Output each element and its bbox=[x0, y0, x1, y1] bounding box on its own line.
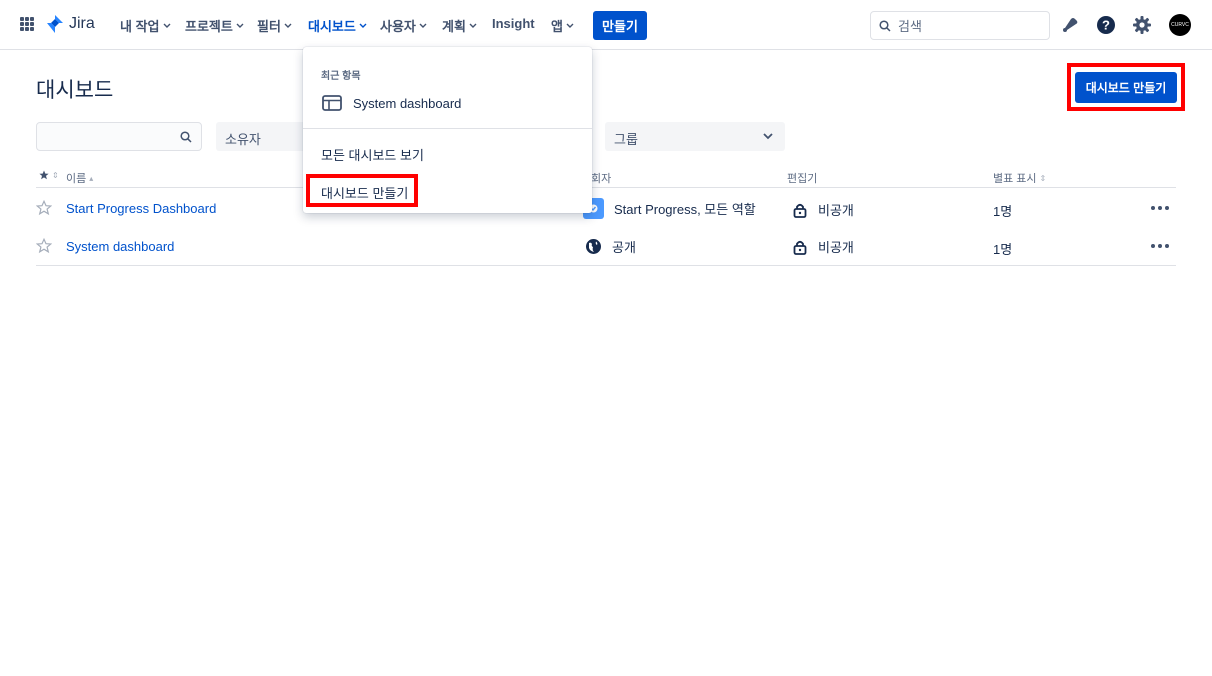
nav-my-work[interactable]: 내 작업 bbox=[120, 16, 171, 35]
dashboard-search-input[interactable] bbox=[36, 122, 202, 151]
svg-text:?: ? bbox=[1102, 18, 1110, 33]
owner-filter-label: 소유자 bbox=[225, 132, 261, 147]
group-filter-label: 그룹 bbox=[614, 132, 638, 147]
chevron-down-icon bbox=[163, 23, 170, 28]
editors-cell: 비공개 bbox=[792, 200, 854, 219]
nav-label: 내 작업 bbox=[120, 19, 160, 34]
starred-count-cell: 1명 bbox=[993, 204, 1013, 219]
shared-cell: Start Progress, 모든 역할 bbox=[583, 198, 756, 219]
owner-filter[interactable]: 소유자 bbox=[216, 122, 306, 151]
starred-column-header[interactable]: ⇕ bbox=[39, 170, 59, 180]
editors-text: 비공개 bbox=[818, 203, 854, 218]
lock-icon bbox=[793, 240, 807, 255]
starred-count-column-header[interactable]: 별표 표시 ⇕ bbox=[993, 170, 1046, 186]
nav-label: Insight bbox=[492, 16, 535, 31]
star-outline-icon[interactable] bbox=[36, 238, 52, 254]
recent-item-label: System dashboard bbox=[353, 95, 462, 111]
nav-apps[interactable]: 앱 bbox=[551, 16, 574, 35]
sort-ascending-icon: ▴ bbox=[89, 173, 94, 183]
create-dashboard-highlight: 대시보드 만들기 bbox=[1067, 63, 1185, 111]
create-button[interactable]: 만들기 bbox=[593, 11, 647, 40]
shared-cell: 공개 bbox=[585, 237, 636, 256]
top-navigation: Jira 내 작업 프로젝트 필터 대시보드 사용자 계획 Insight 앱 … bbox=[0, 0, 1212, 50]
table-header-divider bbox=[36, 187, 1176, 188]
search-placeholder: 검색 bbox=[898, 19, 922, 34]
header-label: 별표 표시 bbox=[993, 173, 1037, 185]
chevron-down-icon bbox=[419, 23, 427, 28]
table-bottom-divider bbox=[36, 265, 1176, 266]
editors-column-header: 편집기 bbox=[787, 170, 817, 186]
create-dashboard-menu-item[interactable]: 대시보드 만들기 bbox=[306, 174, 418, 207]
lock-icon bbox=[793, 203, 807, 218]
settings-gear-icon[interactable] bbox=[1131, 14, 1153, 36]
notifications-icon[interactable] bbox=[1059, 14, 1081, 36]
globe-icon bbox=[586, 239, 601, 254]
header-label: 이름 bbox=[66, 173, 87, 185]
nav-label: 사용자 bbox=[380, 19, 416, 34]
star-filled-icon bbox=[39, 170, 49, 180]
recent-heading: 최근 항목 bbox=[321, 71, 361, 82]
chevron-down-icon bbox=[359, 23, 367, 28]
nav-people[interactable]: 사용자 bbox=[380, 16, 427, 35]
editors-text: 비공개 bbox=[818, 240, 854, 255]
chevron-down-icon bbox=[236, 23, 244, 28]
nav-label: 프로젝트 bbox=[185, 19, 233, 34]
chevron-down-icon bbox=[469, 23, 477, 28]
more-actions-icon[interactable] bbox=[1151, 244, 1171, 248]
star-outline-icon[interactable] bbox=[36, 200, 52, 216]
chevron-down-icon bbox=[566, 23, 574, 28]
nav-label: 필터 bbox=[257, 19, 281, 34]
avatar-text: CURVC bbox=[1171, 22, 1189, 28]
help-icon[interactable]: ? bbox=[1095, 14, 1117, 36]
jira-logo[interactable]: Jira bbox=[46, 14, 95, 34]
search-input[interactable]: 검색 bbox=[870, 11, 1050, 40]
app-switcher-icon[interactable] bbox=[20, 17, 34, 31]
group-filter[interactable]: 그룹 bbox=[605, 122, 785, 151]
chevron-down-icon bbox=[284, 23, 292, 28]
search-icon bbox=[879, 19, 891, 32]
chevron-down-icon bbox=[763, 133, 773, 140]
dashboard-icon bbox=[322, 95, 342, 111]
nav-plans[interactable]: 계획 bbox=[442, 16, 477, 35]
create-dashboard-menu-label: 대시보드 만들기 bbox=[321, 186, 409, 201]
header-label: 회자 bbox=[591, 173, 612, 185]
shared-text: 공개 bbox=[612, 240, 636, 255]
nav-label: 계획 bbox=[442, 19, 466, 34]
nav-label: 대시보드 bbox=[308, 19, 356, 34]
nav-label: 앱 bbox=[551, 19, 563, 34]
search-icon bbox=[180, 131, 192, 143]
sort-icon: ⇕ bbox=[52, 170, 59, 180]
jira-logo-icon bbox=[47, 15, 63, 33]
user-avatar[interactable]: CURVC bbox=[1169, 14, 1191, 36]
dashboard-link[interactable]: System dashboard bbox=[66, 239, 174, 254]
create-dashboard-button[interactable]: 대시보드 만들기 bbox=[1075, 72, 1177, 103]
logo-text: Jira bbox=[69, 15, 95, 32]
recent-dashboard-item[interactable]: System dashboard bbox=[322, 95, 461, 111]
starred-count-cell: 1명 bbox=[993, 242, 1013, 257]
nav-projects[interactable]: 프로젝트 bbox=[185, 16, 244, 35]
nav-dashboards[interactable]: 대시보드 bbox=[308, 16, 367, 35]
dashboards-dropdown-menu: 최근 항목 System dashboard 모든 대시보드 보기 대시보드 만… bbox=[303, 47, 592, 213]
view-all-dashboards-item[interactable]: 모든 대시보드 보기 bbox=[321, 145, 424, 164]
name-column-header[interactable]: 이름 ▴ bbox=[66, 170, 93, 186]
shared-text: Start Progress, 모든 역할 bbox=[614, 202, 756, 217]
header-label: 편집기 bbox=[787, 173, 818, 185]
sort-icon: ⇕ bbox=[1039, 173, 1047, 183]
more-actions-icon[interactable] bbox=[1151, 206, 1171, 210]
editors-cell: 비공개 bbox=[792, 237, 854, 256]
nav-insight[interactable]: Insight bbox=[492, 16, 535, 31]
dashboard-link[interactable]: Start Progress Dashboard bbox=[66, 201, 216, 216]
shared-column-header: 회자 bbox=[591, 170, 611, 186]
page-title: 대시보드 bbox=[36, 79, 114, 102]
nav-filters[interactable]: 필터 bbox=[257, 16, 292, 35]
menu-divider bbox=[303, 128, 592, 129]
